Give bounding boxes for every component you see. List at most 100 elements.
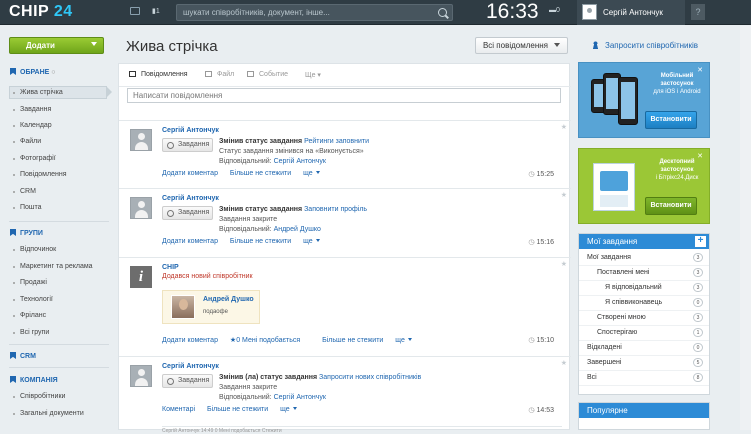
add-task-button[interactable]: + <box>695 236 706 247</box>
sidebar-item-group[interactable]: Фріланс <box>12 312 46 319</box>
star-icon[interactable]: ★ <box>561 123 567 131</box>
more-link[interactable]: ще <box>303 238 320 245</box>
add-button[interactable]: Додати <box>9 37 104 54</box>
add-comment-link[interactable]: Додати коментар <box>162 337 218 344</box>
tab-event[interactable]: Событие <box>247 71 288 78</box>
divider <box>119 86 571 87</box>
sidebar-item-employees[interactable]: Співробітники <box>12 393 65 400</box>
sidebar-item-photos[interactable]: Фотографії <box>13 155 56 162</box>
sidebar-item-group[interactable]: Продажі <box>13 279 47 286</box>
file-icon <box>205 71 212 77</box>
task-row[interactable]: Створені мною 3 <box>579 311 709 326</box>
chevron-down-icon <box>91 42 97 46</box>
comments-link[interactable]: Коментарі <box>162 406 195 413</box>
section-crm[interactable]: CRM <box>10 352 36 360</box>
divider <box>9 221 109 222</box>
sidebar-item-group[interactable]: Маркетинг та реклама <box>13 263 93 270</box>
task-row[interactable]: Всі 8 <box>579 371 709 386</box>
like-link[interactable]: ★0 Мені подобається <box>230 337 310 344</box>
sidebar-item-all-groups[interactable]: Всі групи <box>12 329 49 336</box>
section-company[interactable]: КОМПАНІЯ <box>10 376 58 384</box>
task-link[interactable]: Заповнити профіль <box>304 206 367 213</box>
employee-name[interactable]: Андрей Душко <box>203 296 254 303</box>
sidebar-item-files[interactable]: Файли <box>12 138 41 145</box>
add-comment-link[interactable]: Додати коментар <box>162 238 218 245</box>
post-actions: Додати коментар Більше не стежити ще <box>162 170 330 177</box>
install-mobile-button[interactable]: Встановити <box>645 111 697 129</box>
section-favorites[interactable]: ОБРАНЕ ○ <box>10 68 56 76</box>
search-icon[interactable] <box>438 8 447 17</box>
task-row[interactable]: Я співвиконавець 0 <box>579 296 709 311</box>
mobile-app-promo: ✕ Мобільний застосунок для iOS і Android … <box>578 62 710 138</box>
sidebar-item-calendar[interactable]: Календар <box>13 122 52 129</box>
scrollbar[interactable] <box>740 26 751 430</box>
add-comment-link[interactable]: Додати коментар <box>162 170 218 177</box>
top-bar: CHIP 24 ▮1 шукати співробітників, докуме… <box>0 0 751 25</box>
task-row[interactable]: Я відповідальний 3 <box>579 281 709 296</box>
unfollow-link[interactable]: Більше не стежити <box>207 406 268 413</box>
user-name: Сергій Антончук <box>603 8 663 17</box>
tab-file[interactable]: Файл <box>205 71 234 78</box>
tasks-title[interactable]: Мої завдання <box>579 234 709 249</box>
more-link[interactable]: ще <box>303 170 320 177</box>
post-author[interactable]: Сергій Антончук <box>162 195 219 202</box>
user-menu[interactable]: Сергій Антончук <box>577 0 685 25</box>
sidebar-item-tasks[interactable]: Завдання <box>12 106 51 113</box>
more-link[interactable]: ще <box>395 337 412 344</box>
post-author[interactable]: Сергій Антончук <box>162 363 219 370</box>
star-icon[interactable]: ★ <box>561 191 567 199</box>
clock[interactable]: 16:33 <box>486 0 539 24</box>
logo[interactable]: CHIP 24 <box>9 3 73 21</box>
sidebar-item-group[interactable]: Технології <box>13 296 53 303</box>
sidebar-item-messages[interactable]: Повідомлення <box>13 171 67 178</box>
post-status: Статус завдання змінився на «Виконується… <box>219 148 364 155</box>
sidebar-item-group[interactable]: Відпочинок <box>12 246 56 253</box>
avatar[interactable] <box>130 365 152 387</box>
post-text: Змінив (ла) статус завдання Запросити но… <box>219 374 422 381</box>
unfollow-link[interactable]: Більше не стежити <box>230 238 291 245</box>
post-time: 15:25 <box>528 170 554 178</box>
notification-badge[interactable]: ▮1 <box>152 7 160 15</box>
invite-link[interactable]: Запросити співробітників <box>592 41 698 50</box>
employee-card[interactable]: Андрей Душко подаофе <box>162 290 260 324</box>
task-row[interactable]: Спостерігаю 1 <box>579 326 709 341</box>
bookmark-icon <box>10 376 16 383</box>
sidebar-item-live-feed[interactable]: Жива стрічка <box>13 89 63 96</box>
messages-icon[interactable] <box>130 7 140 15</box>
star-icon[interactable]: ★ <box>561 260 567 268</box>
task-row[interactable]: Відкладені 0 <box>579 341 709 356</box>
task-link[interactable]: Запросити нових співробітників <box>319 374 421 381</box>
message-input[interactable]: Написати повідомлення <box>127 88 561 103</box>
post-text: Змінив статус завдання Заповнити профіль <box>219 206 368 213</box>
task-row[interactable]: Мої завдання 3 <box>579 251 709 266</box>
filter-dropdown[interactable]: Всі повідомлення <box>475 37 568 54</box>
search-input[interactable]: шукати співробітників, документ, інше... <box>176 4 453 21</box>
task-tag: Завдання <box>162 206 213 220</box>
divider <box>9 367 109 368</box>
task-link[interactable]: Рейтинги заповнити <box>304 138 369 145</box>
promo-text: Мобільний застосунок для iOS і Android <box>653 73 701 95</box>
section-groups[interactable]: ГРУПИ <box>10 229 43 237</box>
tab-more[interactable]: Ще ▾ <box>305 71 321 79</box>
task-row[interactable]: Завершені 5 <box>579 356 709 371</box>
sidebar-item-documents[interactable]: Загальні документи <box>13 410 84 417</box>
star-icon[interactable]: ★ <box>561 359 567 367</box>
tab-message[interactable]: Повідомлення <box>129 71 188 78</box>
avatar[interactable] <box>130 197 152 219</box>
task-row[interactable]: Поставлені мені 3 <box>579 266 709 281</box>
help-button[interactable]: ? <box>691 4 705 20</box>
unfollow-link[interactable]: Більше не стежити <box>230 170 291 177</box>
post-responsible: Відповідальний: Сергій Антончук <box>219 158 326 165</box>
install-desktop-button[interactable]: Встановити <box>645 197 697 215</box>
post-author[interactable]: CHIP <box>162 264 179 271</box>
post-author[interactable]: Сергій Антончук <box>162 127 219 134</box>
avatar[interactable] <box>130 129 152 151</box>
message-icon <box>129 71 136 77</box>
sidebar-item-mail[interactable]: Пошта <box>13 204 42 211</box>
sidebar-item-crm[interactable]: CRM <box>13 188 36 195</box>
unfollow-link[interactable]: Більше не стежити <box>322 337 383 344</box>
status-toggle[interactable]: ▬0 <box>549 7 560 14</box>
post-time: 14:53 <box>528 406 554 414</box>
more-link[interactable]: ще <box>280 406 297 413</box>
popular-title[interactable]: Популярне <box>579 403 709 418</box>
